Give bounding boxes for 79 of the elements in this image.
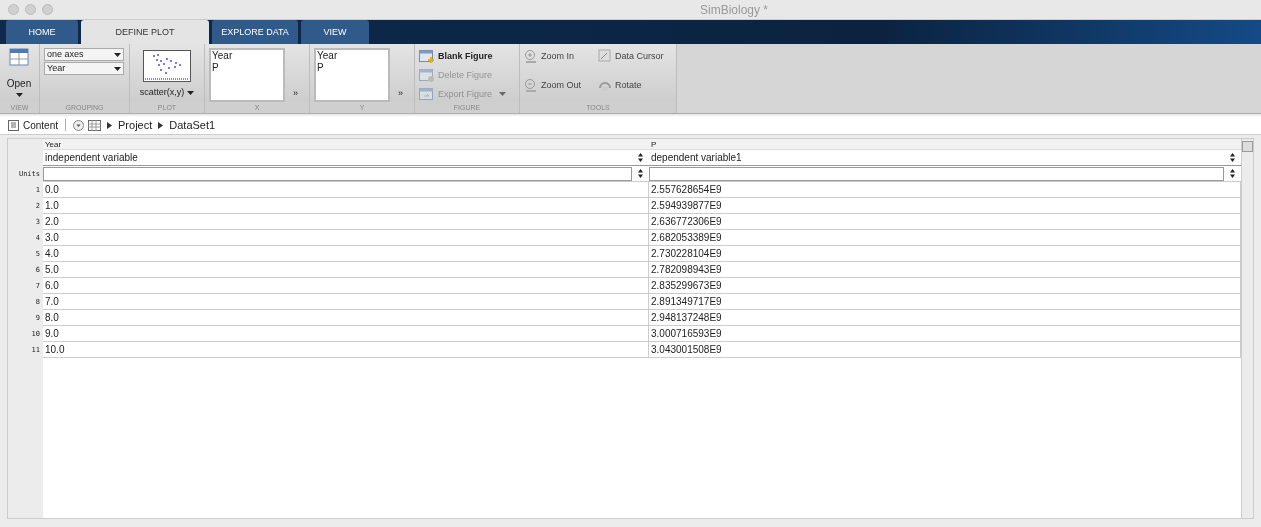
- table-cell: 2.835299673E9: [649, 278, 1241, 294]
- more-button[interactable]: »: [398, 87, 403, 101]
- table-cell: 2.594939877E9: [649, 198, 1241, 214]
- caret-icon: [15, 93, 23, 98]
- tool-button[interactable]: Zoom Out: [524, 77, 598, 94]
- breadcrumb-item[interactable]: DataSet1: [169, 117, 216, 134]
- breadcrumb-item[interactable]: Project: [118, 117, 153, 134]
- content-button[interactable]: Content: [23, 117, 59, 133]
- variable-list[interactable]: Year P: [209, 48, 285, 103]
- tool-button[interactable]: Zoom In: [524, 48, 598, 65]
- zoom-in-icon: [524, 49, 538, 64]
- table-cell: 8.0: [43, 310, 649, 326]
- type-dropdown[interactable]: dependent variable1: [649, 150, 1241, 166]
- tool-button[interactable]: Rotate: [598, 77, 678, 94]
- column-header: P: [649, 139, 1241, 150]
- tool-button[interactable]: Data Cursor: [598, 48, 678, 65]
- table-cell: 2.682053389E9: [649, 230, 1241, 246]
- open-button[interactable]: Open: [4, 48, 34, 103]
- table-cell: 2.891349717E9: [649, 294, 1241, 310]
- caret-icon: [114, 52, 121, 57]
- table-cell: 2.948137248E9: [649, 310, 1241, 326]
- table-cell: 2.636772306E9: [649, 214, 1241, 230]
- table-cell: 3.0: [43, 230, 649, 246]
- window-control[interactable]: [42, 4, 53, 16]
- table-cell: 0.0: [43, 182, 649, 198]
- new-figure-icon: [419, 48, 435, 64]
- ribbon-tab[interactable]: HOME: [6, 20, 78, 45]
- table-cell: 3.043001508E9: [649, 342, 1241, 358]
- list-item[interactable]: Year: [212, 50, 282, 63]
- arrow-right-icon: [158, 121, 164, 129]
- caret-icon: [187, 91, 195, 96]
- spinner-icon: [1230, 169, 1235, 178]
- dropdown[interactable]: one axes: [44, 48, 124, 62]
- window-control[interactable]: [8, 4, 19, 16]
- table-cell: 9.0: [43, 326, 649, 342]
- spinner-icon: [1230, 153, 1235, 162]
- table-cell: 2.557628654E9: [649, 182, 1241, 198]
- arrow-right-icon: [107, 121, 113, 129]
- table-cell: 7.0: [43, 294, 649, 310]
- variable-list[interactable]: Year P: [314, 48, 390, 103]
- table-cell: 2.782098943E9: [649, 262, 1241, 278]
- ribbon-tab[interactable]: EXPLORE DATA: [212, 20, 298, 45]
- export-figure-icon: [419, 86, 435, 102]
- units-field[interactable]: [649, 166, 1224, 181]
- table-icon: [88, 119, 102, 131]
- table-cell: 5.0: [43, 262, 649, 278]
- delete-figure-icon: [419, 67, 435, 83]
- dropdown[interactable]: Year: [44, 62, 124, 76]
- list-item[interactable]: P: [317, 62, 387, 75]
- scatter-plot-thumbnail: [143, 50, 191, 83]
- spinner-icon: [638, 153, 643, 162]
- table-cell: 4.0: [43, 246, 649, 262]
- list-item[interactable]: Year: [317, 50, 387, 63]
- figure-button[interactable]: Blank Figure: [419, 48, 507, 65]
- window-control[interactable]: [25, 4, 36, 16]
- table-cell: 10.0: [43, 342, 649, 358]
- dropdown-circle-icon: [73, 119, 85, 131]
- spinner-icon: [638, 169, 643, 178]
- corner-button[interactable]: [1242, 141, 1253, 152]
- window-title: SimBiology *: [700, 1, 769, 19]
- table-cell: 2.730228104E9: [649, 246, 1241, 262]
- list-item[interactable]: P: [212, 62, 282, 75]
- table-cell: 6.0: [43, 278, 649, 294]
- caret-icon: [114, 66, 121, 71]
- caret-icon: [499, 92, 507, 97]
- plot-type-dropdown[interactable]: scatter(x,y): [139, 86, 195, 100]
- column-header: Year: [43, 139, 649, 150]
- table-cell: 3.000716593E9: [649, 326, 1241, 342]
- data-cursor-icon: [598, 49, 612, 64]
- table-cell: 2.0: [43, 214, 649, 230]
- more-button[interactable]: »: [293, 87, 298, 101]
- table-cell: 1.0: [43, 198, 649, 214]
- zoom-out-icon: [524, 78, 538, 93]
- units-field[interactable]: [43, 166, 632, 181]
- type-dropdown[interactable]: independent variable: [43, 150, 649, 166]
- ribbon-tab[interactable]: VIEW: [301, 20, 369, 45]
- ribbon-tab[interactable]: DEFINE PLOT: [81, 20, 209, 45]
- table-icon: [9, 48, 29, 67]
- document-icon: [8, 119, 19, 131]
